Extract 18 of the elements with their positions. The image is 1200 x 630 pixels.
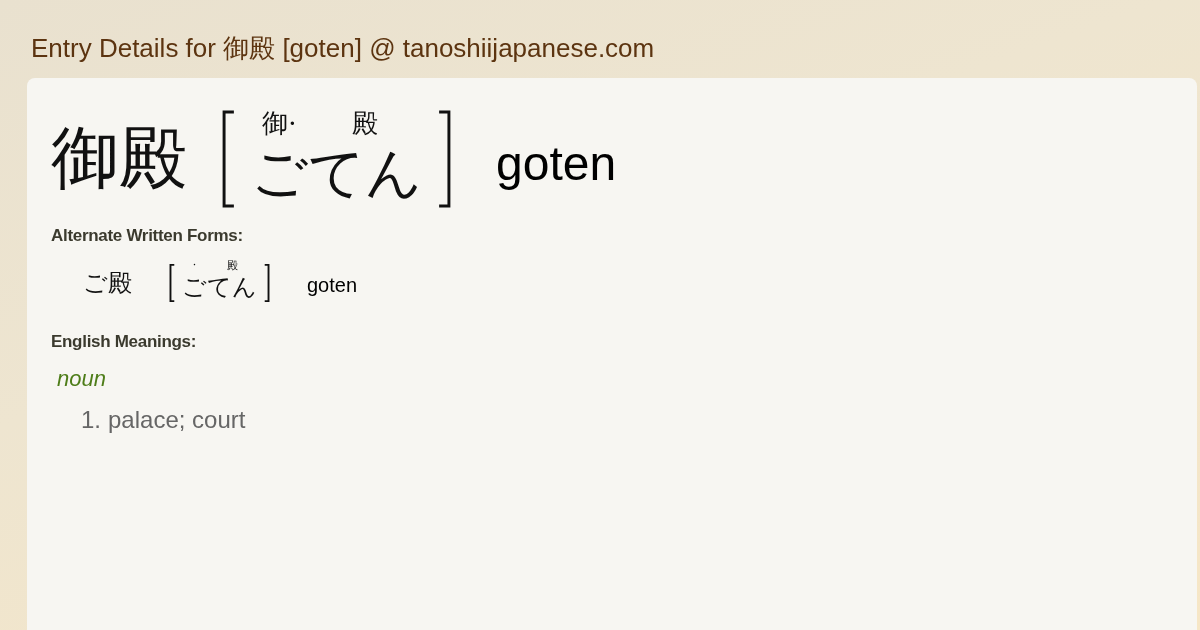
reading-kana: てん: [207, 272, 257, 302]
part-of-speech: noun: [57, 366, 107, 392]
reading-kana: ご: [251, 139, 308, 207]
reading-kana: てん: [308, 139, 422, 207]
meaning-text: palace; court: [108, 406, 246, 434]
headword: 御殿: [51, 118, 187, 198]
reading-kana: ご: [182, 272, 207, 302]
page-title: Entry Details for 御殿 [goten] @ tanoshiijapanese.com: [30, 32, 656, 65]
furigana: 殿: [352, 108, 378, 138]
romaji: goten: [307, 273, 358, 298]
sense-number: 1.: [81, 406, 101, 434]
romaji: goten: [496, 136, 617, 192]
furigana: ·: [192, 260, 197, 272]
section-heading: Alternate Written Forms:: [51, 226, 244, 246]
section-heading: English Meanings:: [51, 332, 198, 352]
furigana: 御·: [262, 108, 297, 138]
alternate-form: ご殿: [83, 268, 132, 298]
furigana: 殿: [226, 260, 238, 272]
